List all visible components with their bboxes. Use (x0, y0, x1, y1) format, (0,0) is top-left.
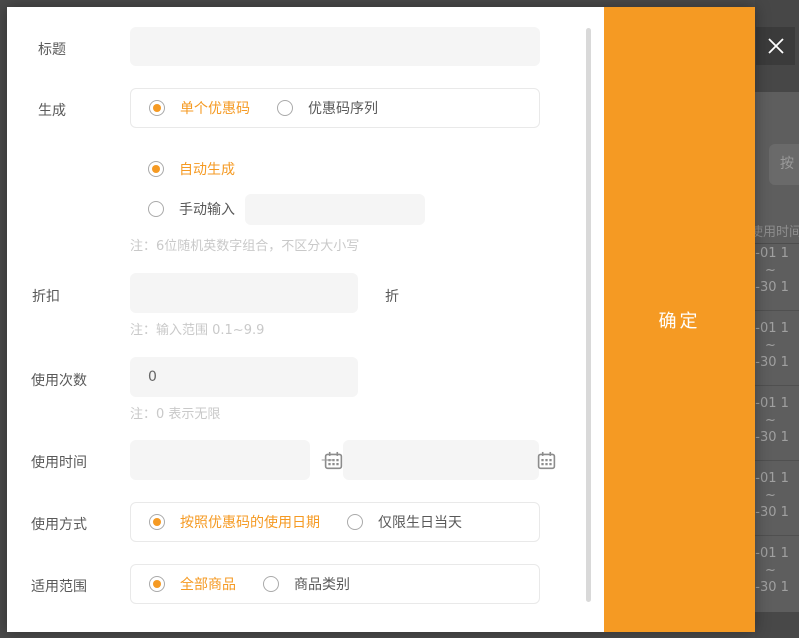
table-row-divider (755, 310, 799, 311)
discount-note: 注：输入范围 0.1~9.9 (130, 319, 264, 338)
close-button[interactable] (756, 27, 795, 65)
table-header-divider (755, 243, 799, 244)
coupon-create-dialog: 标题 生成 单个优惠码 优惠码序列 自动生成 手动输入 注：6位随机英数字组合，… (7, 7, 755, 632)
discount-label: 折扣 (32, 286, 60, 306)
scope-label: 适用范围 (31, 576, 87, 596)
radio-selected-icon (149, 514, 165, 530)
background-search-input: 按 (769, 144, 799, 185)
radio-single-coupon[interactable]: 单个优惠码 (149, 98, 250, 118)
radio-label: 自动生成 (179, 159, 235, 179)
radio-label: 按照优惠码的使用日期 (180, 512, 320, 532)
generate-label: 生成 (38, 100, 66, 120)
table-cell-separator: ~ (765, 263, 776, 278)
dimmed-page-bottomband (755, 612, 799, 638)
radio-all-products[interactable]: 全部商品 (149, 574, 236, 594)
radio-selected-icon (149, 576, 165, 592)
table-row-divider (755, 385, 799, 386)
radio-unselected-icon (263, 576, 279, 592)
radio-unselected-icon (277, 100, 293, 116)
generate-type-radio-group: 单个优惠码 优惠码序列 (130, 88, 540, 128)
radio-selected-icon (148, 161, 164, 177)
usage-mode-radio-group: 按照优惠码的使用日期 仅限生日当天 (130, 502, 540, 542)
radio-manual-input[interactable]: 手动输入 (148, 189, 425, 229)
discount-unit: 折 (385, 286, 399, 306)
usage-count-label: 使用次数 (31, 370, 87, 390)
generate-note: 注：6位随机英数字组合，不区分大小写 (130, 235, 359, 254)
table-row-divider (755, 535, 799, 536)
radio-by-coupon-date[interactable]: 按照优惠码的使用日期 (149, 512, 320, 532)
manual-code-input[interactable] (245, 194, 425, 225)
radio-birthday-only[interactable]: 仅限生日当天 (347, 512, 462, 532)
radio-auto-generate[interactable]: 自动生成 (148, 149, 235, 189)
modal-scrollbar-thumb[interactable] (586, 28, 591, 602)
radio-label: 手动输入 (179, 199, 235, 219)
radio-label: 仅限生日当天 (378, 512, 462, 532)
coupon-form: 标题 生成 单个优惠码 优惠码序列 自动生成 手动输入 注：6位随机英数字组合，… (7, 7, 604, 632)
table-column-header-usage-time: 使用时间 (750, 221, 799, 240)
confirm-button-label: 确定 (659, 307, 701, 333)
usage-time-label: 使用时间 (31, 452, 87, 472)
start-date-input[interactable] (130, 440, 324, 480)
discount-input[interactable] (130, 273, 358, 313)
close-icon (766, 36, 786, 56)
table-cell-separator: ~ (765, 413, 776, 428)
radio-label: 商品类别 (294, 574, 350, 594)
date-range-separator: — (313, 452, 343, 468)
radio-label: 全部商品 (180, 574, 236, 594)
dimmed-page-background: 按 使用时间 1-01 1 ~ 1-30 1 1-01 1 ~ 1-30 1 1… (755, 0, 799, 638)
radio-product-category[interactable]: 商品类别 (263, 574, 350, 594)
calendar-icon (537, 451, 556, 470)
table-cell-separator: ~ (765, 338, 776, 353)
title-input[interactable] (130, 27, 540, 66)
table-cell-separator: ~ (765, 563, 776, 578)
end-date-input[interactable] (343, 440, 537, 480)
radio-coupon-series[interactable]: 优惠码序列 (277, 98, 378, 118)
radio-unselected-icon (347, 514, 363, 530)
end-date-picker[interactable] (343, 440, 539, 480)
table-cell-separator: ~ (765, 488, 776, 503)
radio-label: 单个优惠码 (180, 98, 250, 118)
radio-label: 优惠码序列 (308, 98, 378, 118)
radio-unselected-icon (148, 201, 164, 217)
scope-radio-group: 全部商品 商品类别 (130, 564, 540, 604)
confirm-button[interactable]: 确定 (604, 7, 755, 632)
start-date-picker[interactable] (130, 440, 310, 480)
usage-count-note: 注：0 表示无限 (130, 403, 220, 422)
title-label: 标题 (38, 39, 66, 59)
usage-count-input[interactable] (130, 357, 358, 397)
table-row-divider (755, 460, 799, 461)
usage-mode-label: 使用方式 (31, 514, 87, 534)
radio-selected-icon (149, 100, 165, 116)
